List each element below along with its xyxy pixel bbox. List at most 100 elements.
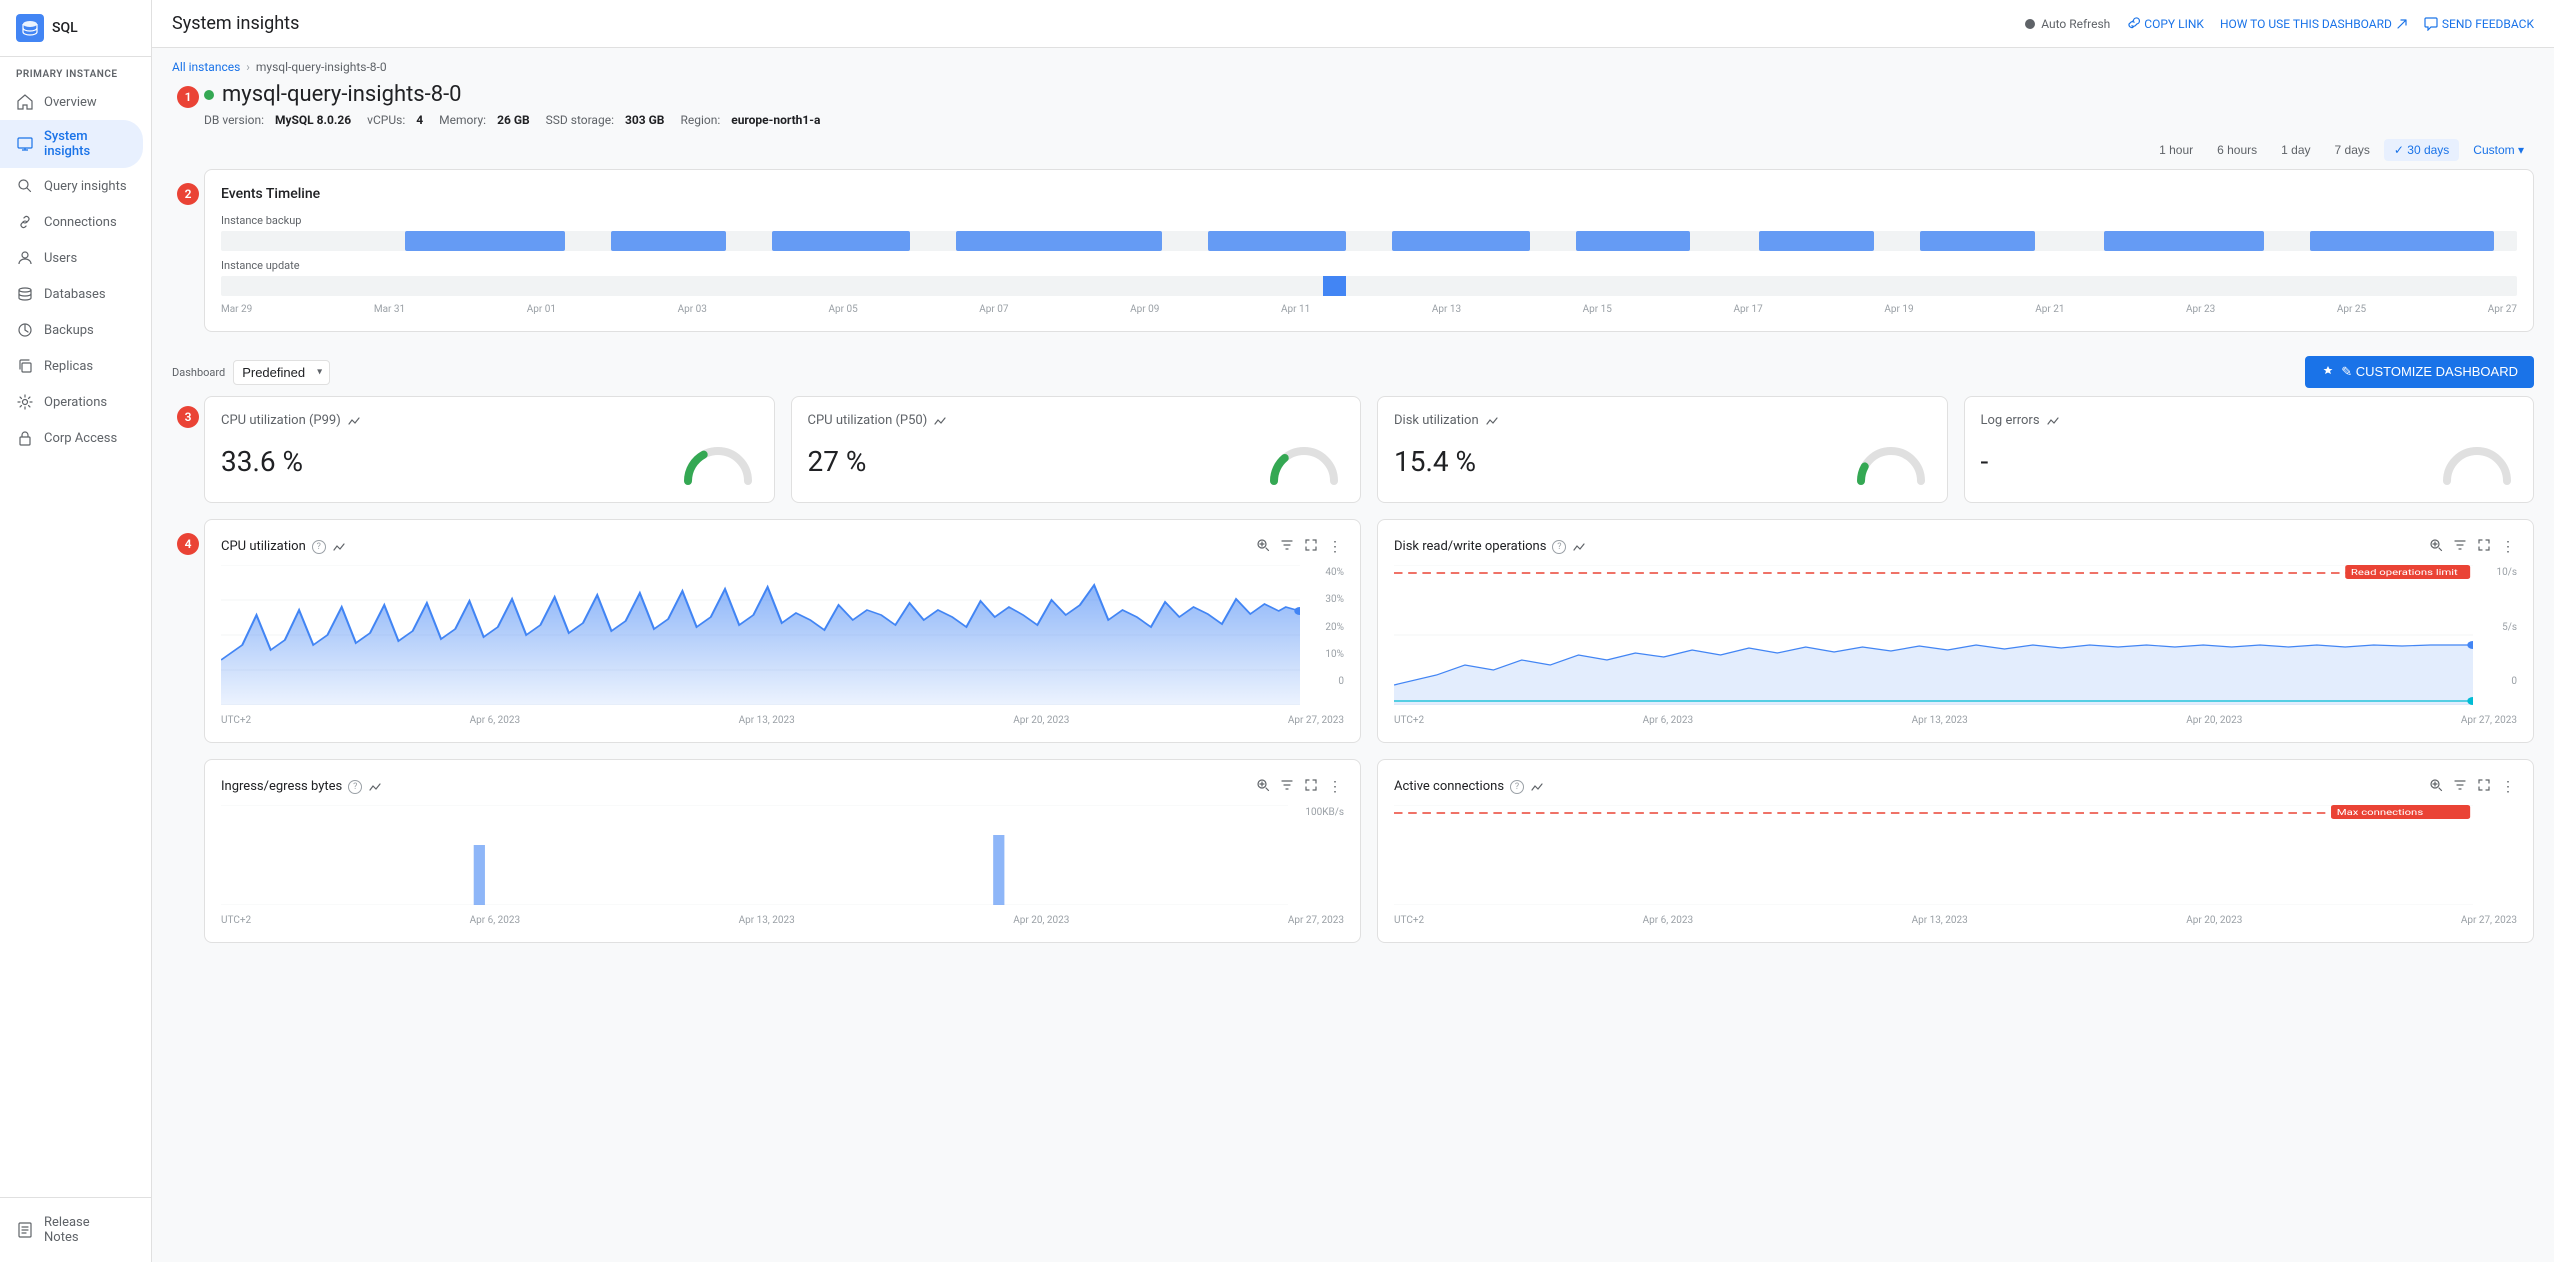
sidebar-item-label: Databases	[44, 287, 106, 302]
disk-zoom-button[interactable]	[2427, 536, 2445, 557]
app-logo-icon	[16, 14, 44, 42]
events-timeline-card: Events Timeline Instance backup	[204, 169, 2534, 332]
metric-card-value-log-errors: -	[1981, 445, 1989, 478]
chart-ingress-actions: ⋮	[1254, 776, 1344, 797]
active-conn-zoom-button[interactable]	[2427, 776, 2445, 797]
cpu-filter-button[interactable]	[1278, 536, 1296, 557]
breadcrumb-parent[interactable]: All instances	[172, 60, 240, 74]
step-1-badge: 1	[177, 86, 199, 108]
active-conn-info-icon[interactable]: ?	[1510, 780, 1524, 794]
timeline-axis: Mar 29 Mar 31 Apr 01 Apr 03 Apr 05 Apr 0…	[221, 304, 2517, 315]
ingress-more-button[interactable]: ⋮	[1326, 776, 1344, 797]
cpu-more-button[interactable]: ⋮	[1326, 536, 1344, 557]
sidebar-item-label: Backups	[44, 323, 94, 338]
how-to-button[interactable]: HOW TO USE THIS DASHBOARD	[2220, 17, 2408, 31]
chart-cpu-actions: ⋮	[1254, 536, 1344, 557]
time-1hour[interactable]: 1 hour	[2149, 139, 2203, 161]
active-conn-chart-footer: UTC+2 Apr 6, 2023 Apr 13, 2023 Apr 20, 2…	[1394, 915, 2517, 926]
ingress-expand-button[interactable]	[1302, 776, 1320, 797]
main-area: System insights Auto Refresh COPY LINK H…	[152, 0, 2554, 1262]
sidebar-item-label: Users	[44, 251, 77, 266]
cpu-chart-area: 40% 30% 20% 10% 0	[221, 565, 1344, 709]
sidebar-item-label: Operations	[44, 395, 107, 410]
sidebar-item-backups[interactable]: Backups	[0, 312, 143, 348]
disk-expand-button[interactable]	[2475, 536, 2493, 557]
time-6hours[interactable]: 6 hours	[2207, 139, 2267, 161]
topbar: System insights Auto Refresh COPY LINK H…	[152, 0, 2554, 48]
database-icon	[16, 285, 34, 303]
metric-card-title-cpu-p99: CPU utilization (P99)	[221, 413, 758, 428]
topbar-actions: Auto Refresh COPY LINK HOW TO USE THIS D…	[2025, 17, 2534, 31]
charts-row-1: CPU utilization ?	[204, 519, 2534, 743]
sidebar-item-label: Corp Access	[44, 431, 117, 446]
metric-card-disk: Disk utilization 15.4 %	[1377, 396, 1948, 503]
sidebar-item-corp-access[interactable]: Corp Access	[0, 420, 143, 456]
sidebar-item-databases[interactable]: Databases	[0, 276, 143, 312]
dashboard-select-wrapper: Predefined Custom	[233, 360, 330, 385]
chart-disk-title: Disk read/write operations ?	[1394, 539, 1586, 554]
cpu-expand-button[interactable]	[1302, 536, 1320, 557]
sidebar-bottom: Release Notes	[0, 1197, 151, 1262]
svg-text:Read operations limit: Read operations limit	[2351, 568, 2458, 577]
metric-card-value-cpu-p99: 33.6 %	[221, 445, 303, 478]
auto-refresh[interactable]: Auto Refresh	[2025, 17, 2110, 31]
dashboard-select[interactable]: Predefined Custom	[233, 360, 330, 385]
breadcrumb: All instances › mysql-query-insights-8-0	[152, 48, 2554, 74]
time-7days[interactable]: 7 days	[2325, 139, 2380, 161]
feedback-button[interactable]: SEND FEEDBACK	[2424, 17, 2534, 31]
page-title: System insights	[172, 13, 2013, 34]
ingress-chart-icon	[368, 780, 382, 794]
sidebar-item-label: System insights	[44, 129, 127, 159]
disk-chart-icon	[1572, 540, 1586, 554]
chart-ingress-title: Ingress/egress bytes ?	[221, 779, 382, 794]
timeline-label-update: Instance update	[221, 259, 2517, 272]
cpu-chart-footer: UTC+2 Apr 6, 2023 Apr 13, 2023 Apr 20, 2…	[221, 715, 1344, 726]
chart-cpu-header: CPU utilization ?	[221, 536, 1344, 557]
sidebar-item-release-notes[interactable]: Release Notes	[0, 1206, 143, 1254]
svg-text:Max connections: Max connections	[2337, 808, 2423, 817]
sidebar-item-query-insights[interactable]: Query insights	[0, 168, 143, 204]
disk-more-button[interactable]: ⋮	[2499, 536, 2517, 557]
notes-icon	[16, 1221, 34, 1239]
cpu-zoom-button[interactable]	[1254, 536, 1272, 557]
active-conn-filter-button[interactable]	[2451, 776, 2469, 797]
search-icon	[16, 177, 34, 195]
ingress-zoom-button[interactable]	[1254, 776, 1272, 797]
sidebar-item-overview[interactable]: Overview	[0, 84, 143, 120]
metric-card-cpu-p99: CPU utilization (P99) 33.6 %	[204, 396, 775, 503]
status-dot	[204, 90, 214, 100]
disk-filter-button[interactable]	[2451, 536, 2469, 557]
metric-card-value-disk: 15.4 %	[1394, 445, 1476, 478]
active-conn-chart-svg: Max connections	[1394, 805, 2473, 905]
disk-chart-footer: UTC+2 Apr 6, 2023 Apr 13, 2023 Apr 20, 2…	[1394, 715, 2517, 726]
sidebar: SQL PRIMARY INSTANCE Overview System ins…	[0, 0, 152, 1262]
disk-chart-info-icon[interactable]: ?	[1552, 540, 1566, 554]
ingress-chart-info-icon[interactable]: ?	[348, 780, 362, 794]
chart-disk-rw: Disk read/write operations ?	[1377, 519, 2534, 743]
ingress-filter-button[interactable]	[1278, 776, 1296, 797]
sidebar-item-operations[interactable]: Operations	[0, 384, 143, 420]
cpu-chart-info-icon[interactable]: ?	[312, 540, 326, 554]
sidebar-item-label: Query insights	[44, 179, 127, 194]
sidebar-item-replicas[interactable]: Replicas	[0, 348, 143, 384]
time-30days[interactable]: ✓ 30 days	[2384, 139, 2459, 161]
sidebar-section-label: PRIMARY INSTANCE	[0, 57, 151, 84]
chart-cpu-title: CPU utilization ?	[221, 539, 346, 554]
copy-link-button[interactable]: COPY LINK	[2126, 17, 2204, 31]
dashboard-select-group: Dashboard Predefined Custom	[172, 360, 330, 385]
auto-refresh-dot	[2025, 19, 2035, 29]
active-conn-more-button[interactable]: ⋮	[2499, 776, 2517, 797]
sidebar-item-system-insights[interactable]: System insights	[0, 120, 143, 168]
dashboard-row: Dashboard Predefined Custom ✎ CUSTOMIZE …	[152, 348, 2554, 396]
time-custom[interactable]: Custom ▾	[2463, 139, 2534, 161]
active-conn-expand-button[interactable]	[2475, 776, 2493, 797]
customize-dashboard-button[interactable]: ✎ CUSTOMIZE DASHBOARD	[2305, 356, 2534, 388]
content: All instances › mysql-query-insights-8-0…	[152, 48, 2554, 1262]
timeline-bar-container-backup	[221, 231, 2517, 251]
metric-cards-row: CPU utilization (P99) 33.6 %	[204, 396, 2534, 503]
cpu-chart-icon	[332, 540, 346, 554]
sidebar-item-connections[interactable]: Connections	[0, 204, 143, 240]
sidebar-item-users[interactable]: Users	[0, 240, 143, 276]
time-1day[interactable]: 1 day	[2271, 139, 2320, 161]
active-conn-chart-area: Max connections	[1394, 805, 2517, 909]
